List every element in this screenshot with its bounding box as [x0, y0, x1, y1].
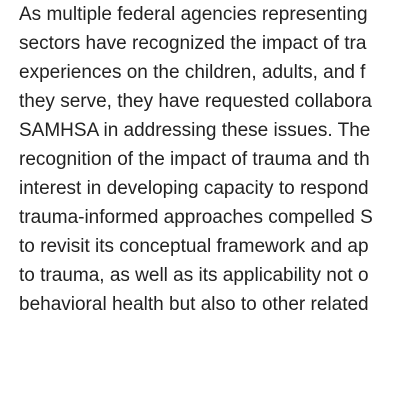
- paragraph-line: As multiple federal agencies representin…: [19, 4, 368, 25]
- paragraph-line: behavioral health but also to other rela…: [19, 294, 369, 315]
- document-page: As multiple federal agencies representin…: [0, 0, 400, 400]
- paragraph-line: sectors have recognized the impact of tr…: [19, 33, 367, 54]
- paragraph-line: they serve, they have requested collabor…: [19, 91, 372, 112]
- paragraph-line: interest in developing capacity to respo…: [19, 178, 369, 199]
- paragraph-line: recognition of the impact of trauma and …: [19, 149, 370, 170]
- paragraph-line: trauma-informed approaches compelled S: [19, 207, 373, 228]
- body-paragraph: As multiple federal agencies representin…: [19, 0, 373, 319]
- paragraph-line: to trauma, as well as its applicability …: [19, 265, 369, 286]
- paragraph-line: SAMHSA in addressing these issues. The: [19, 120, 371, 141]
- paragraph-line: to revisit its conceptual framework and …: [19, 236, 369, 257]
- paragraph-line: experiences on the children, adults, and…: [19, 62, 366, 83]
